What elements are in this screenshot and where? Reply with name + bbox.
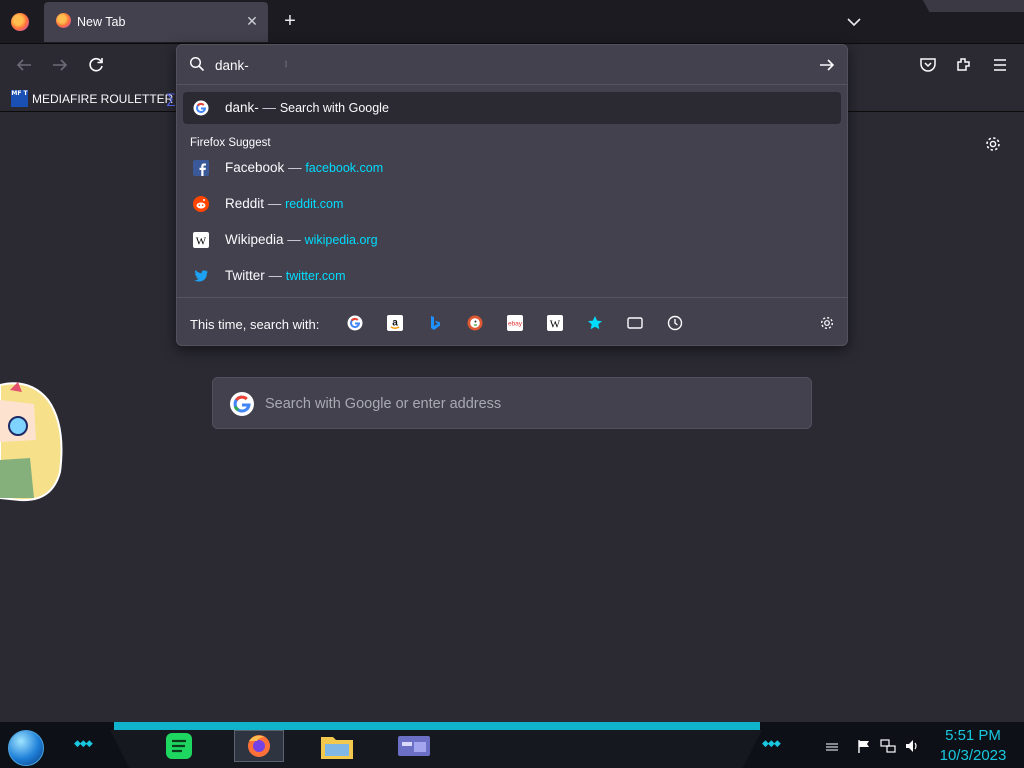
one-off-label: This time, search with: xyxy=(190,317,320,332)
menu-icon[interactable] xyxy=(988,53,1012,77)
taskbar-file-explorer[interactable] xyxy=(312,730,362,762)
page-search-box[interactable]: Search with Google or enter address xyxy=(212,377,812,429)
result-separator: — xyxy=(262,100,277,115)
forward-icon[interactable] xyxy=(48,53,72,77)
new-tab-button[interactable]: + xyxy=(280,11,300,31)
result-action: Search with Google xyxy=(279,101,389,115)
tab-new-tab[interactable]: New Tab ✕ xyxy=(44,2,268,42)
result-url: twitter.com xyxy=(285,269,346,283)
bookmark-mediafire-roulette[interactable]: MEDIAFIRE ROULETTER xyxy=(32,92,173,106)
bing-icon[interactable] xyxy=(427,315,443,331)
history-icon[interactable] xyxy=(667,315,683,331)
reddit-icon xyxy=(193,196,209,212)
suggestion-facebook[interactable]: Facebook — facebook.com xyxy=(183,152,841,184)
pocket-icon[interactable] xyxy=(916,53,940,77)
result-title: Reddit xyxy=(225,196,265,211)
suggestion-wikipedia[interactable]: W Wikipedia — wikipedia.org xyxy=(183,224,841,256)
reload-icon[interactable] xyxy=(84,53,108,77)
svg-text:a: a xyxy=(392,318,398,329)
result-title: dank- xyxy=(225,100,259,115)
twitter-icon xyxy=(194,270,208,282)
bookmarks-star-icon[interactable] xyxy=(587,315,603,331)
firefox-view-icon[interactable] xyxy=(11,13,29,31)
amazon-icon[interactable]: a xyxy=(387,315,403,331)
chevron-down-icon[interactable] xyxy=(844,12,864,32)
tab-strip: New Tab ✕ + xyxy=(0,0,1024,44)
result-url: reddit.com xyxy=(285,197,344,211)
firefox-suggest-label: Firefox Suggest xyxy=(190,137,271,149)
action-center-flag-icon[interactable] xyxy=(856,738,872,754)
result-title: Twitter xyxy=(225,268,265,283)
ebay-icon[interactable]: ebay xyxy=(507,315,523,331)
clock-time[interactable]: 5:51 PM xyxy=(930,727,1016,744)
urlbar-dropdown: dank- dank- — Search with Google Firefox… xyxy=(176,44,848,346)
facebook-icon xyxy=(193,160,209,176)
taskbar-accent-strip xyxy=(114,722,760,730)
one-off-search-bar: This time, search with: a ebay W xyxy=(177,297,847,345)
result-title: Facebook xyxy=(225,160,285,175)
close-tab-icon[interactable]: ✕ xyxy=(244,13,260,29)
result-url: facebook.com xyxy=(305,161,384,175)
result-title-line: dank- — Search with Google xyxy=(225,100,389,115)
taskbar-spotify[interactable] xyxy=(156,730,206,762)
google-icon xyxy=(230,392,254,416)
start-button[interactable] xyxy=(8,730,44,766)
taskbar-app-window[interactable] xyxy=(390,730,440,762)
svg-text:W: W xyxy=(550,319,561,331)
suggestion-twitter[interactable]: Twitter — twitter.com xyxy=(183,260,841,292)
wikipedia-icon[interactable]: W xyxy=(547,315,563,331)
taskbar-decoration: ◆◆◆ xyxy=(74,738,93,748)
taskbar-decoration: ◆◆◆ xyxy=(762,738,781,748)
search-settings-gear-icon[interactable] xyxy=(819,315,835,331)
page-search-placeholder: Search with Google or enter address xyxy=(265,396,502,412)
google-icon xyxy=(193,100,209,116)
result-separator: — xyxy=(268,268,283,283)
tabs-icon[interactable] xyxy=(627,315,643,331)
window-frame-decoration xyxy=(922,0,1024,12)
suggestion-reddit[interactable]: Reddit — reddit.com xyxy=(183,188,841,220)
bookmark-icon[interactable]: ∑ xyxy=(166,90,176,106)
svg-text:W: W xyxy=(196,236,207,248)
result-separator: — xyxy=(287,232,301,247)
duckduckgo-icon[interactable] xyxy=(467,315,483,331)
result-url: wikipedia.org xyxy=(304,233,378,247)
mediafire-bookmark-icon: MF T xyxy=(11,90,28,107)
go-arrow-icon[interactable] xyxy=(817,55,837,75)
svg-text:ebay: ebay xyxy=(508,321,523,328)
result-title-line: Wikipedia — wikipedia.org xyxy=(225,232,378,247)
result-separator: — xyxy=(267,196,282,211)
taskbar-firefox[interactable] xyxy=(234,730,284,762)
volume-icon[interactable] xyxy=(904,738,920,754)
result-title: Wikipedia xyxy=(225,232,284,247)
search-suggestion-row[interactable]: dank- — Search with Google xyxy=(183,92,841,124)
wikipedia-icon: W xyxy=(193,232,209,248)
urlbar-input-row[interactable]: dank- xyxy=(177,45,847,85)
google-icon[interactable] xyxy=(347,315,363,331)
clock-date[interactable]: 10/3/2023 xyxy=(930,747,1016,764)
network-icon[interactable] xyxy=(880,738,896,754)
show-hidden-icons-icon[interactable] xyxy=(824,738,840,754)
text-cursor-icon xyxy=(285,61,287,67)
cartoon-character-sticker xyxy=(0,380,64,506)
tab-title: New Tab xyxy=(77,15,126,29)
result-title-line: Twitter — twitter.com xyxy=(225,268,346,283)
result-separator: — xyxy=(288,160,302,175)
back-icon[interactable] xyxy=(12,53,36,77)
result-title-line: Reddit — reddit.com xyxy=(225,196,343,211)
page-settings-gear-icon[interactable] xyxy=(984,135,1002,153)
search-icon xyxy=(189,56,205,72)
urlbar-input[interactable]: dank- xyxy=(215,58,249,73)
firefox-icon xyxy=(56,13,71,28)
extensions-icon[interactable] xyxy=(952,53,976,77)
result-title-line: Facebook — facebook.com xyxy=(225,160,383,175)
